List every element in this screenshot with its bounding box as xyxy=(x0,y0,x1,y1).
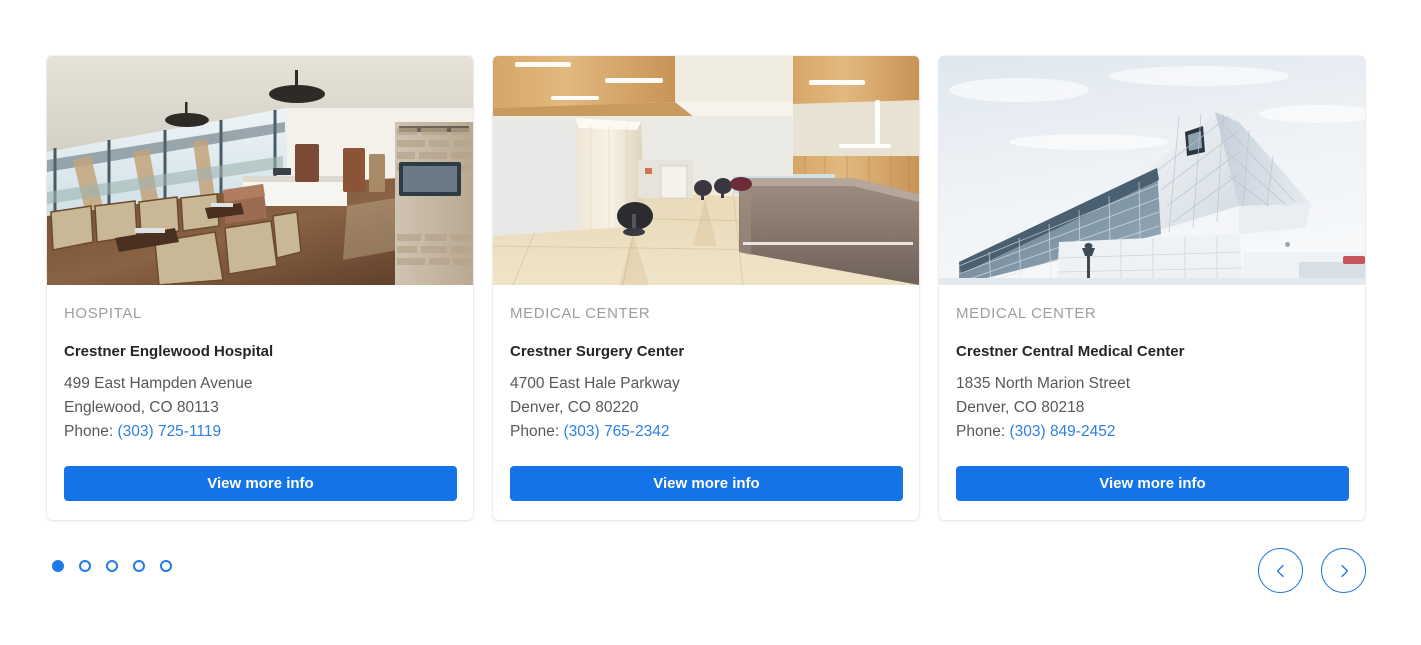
card-address-line-2: Denver, CO 80218 xyxy=(956,399,1085,416)
card-address-line-2: Englewood, CO 80113 xyxy=(64,399,219,416)
card-title: Crestner Surgery Center xyxy=(510,343,685,360)
carousel-nav-arrows xyxy=(1258,548,1366,593)
hospital-waiting-room-illustration xyxy=(47,56,473,285)
phone-link[interactable]: (303) 765-2342 xyxy=(563,423,669,440)
card-cta-wrap: View more info xyxy=(493,466,919,520)
card-body: MEDICAL CENTER Crestner Central Medical … xyxy=(939,285,1365,466)
location-card[interactable]: MEDICAL CENTER Crestner Central Medical … xyxy=(939,56,1365,520)
location-card[interactable]: MEDICAL CENTER Crestner Surgery Center 4… xyxy=(493,56,919,520)
medical-center-lobby-illustration xyxy=(493,56,919,285)
phone-label: Phone: xyxy=(510,423,560,440)
card-category-label: MEDICAL CENTER xyxy=(956,305,1097,322)
card-phone-row: Phone: (303) 765-2342 xyxy=(510,420,902,444)
carousel-dot-3[interactable] xyxy=(106,560,118,572)
card-cta-wrap: View more info xyxy=(47,466,473,520)
phone-link[interactable]: (303) 725-1119 xyxy=(117,423,221,440)
locations-carousel: HOSPITAL Crestner Englewood Hospital 499… xyxy=(0,0,1421,645)
carousel-dot-1[interactable] xyxy=(52,560,64,572)
card-phone-row: Phone: (303) 725-1119 xyxy=(64,420,456,444)
carousel-dot-5[interactable] xyxy=(160,560,172,572)
carousel-footer xyxy=(0,548,1421,612)
modern-building-exterior-illustration xyxy=(939,56,1365,285)
carousel-card-track: HOSPITAL Crestner Englewood Hospital 499… xyxy=(47,56,1366,520)
card-phone-row: Phone: (303) 849-2452 xyxy=(956,420,1348,444)
phone-label: Phone: xyxy=(64,423,114,440)
card-body: HOSPITAL Crestner Englewood Hospital 499… xyxy=(47,285,473,466)
location-card[interactable]: HOSPITAL Crestner Englewood Hospital 499… xyxy=(47,56,473,520)
card-address-line-1: 4700 East Hale Parkway xyxy=(510,375,680,392)
card-category-label: MEDICAL CENTER xyxy=(510,305,651,322)
chevron-left-icon xyxy=(1276,564,1284,577)
card-address-line-1: 1835 North Marion Street xyxy=(956,375,1131,392)
carousel-dot-2[interactable] xyxy=(79,560,91,572)
card-title: Crestner Englewood Hospital xyxy=(64,343,274,360)
phone-link[interactable]: (303) 849-2452 xyxy=(1009,423,1115,440)
chevron-right-icon xyxy=(1340,564,1348,577)
phone-label: Phone: xyxy=(956,423,1006,440)
card-cta-wrap: View more info xyxy=(939,466,1365,520)
card-image-hospital-waiting-room xyxy=(47,56,473,285)
view-more-info-button[interactable]: View more info xyxy=(956,466,1349,501)
carousel-pagination-dots xyxy=(52,560,172,572)
card-address-line-2: Denver, CO 80220 xyxy=(510,399,639,416)
view-more-info-button[interactable]: View more info xyxy=(64,466,457,501)
card-body: MEDICAL CENTER Crestner Surgery Center 4… xyxy=(493,285,919,466)
carousel-dot-4[interactable] xyxy=(133,560,145,572)
carousel-prev-button[interactable] xyxy=(1258,548,1303,593)
view-more-info-button[interactable]: View more info xyxy=(510,466,903,501)
card-image-modern-building-exterior xyxy=(939,56,1365,285)
card-title: Crestner Central Medical Center xyxy=(956,343,1185,360)
card-category-label: HOSPITAL xyxy=(64,305,142,322)
card-address-line-1: 499 East Hampden Avenue xyxy=(64,375,253,392)
card-image-medical-center-lobby xyxy=(493,56,919,285)
carousel-next-button[interactable] xyxy=(1321,548,1366,593)
